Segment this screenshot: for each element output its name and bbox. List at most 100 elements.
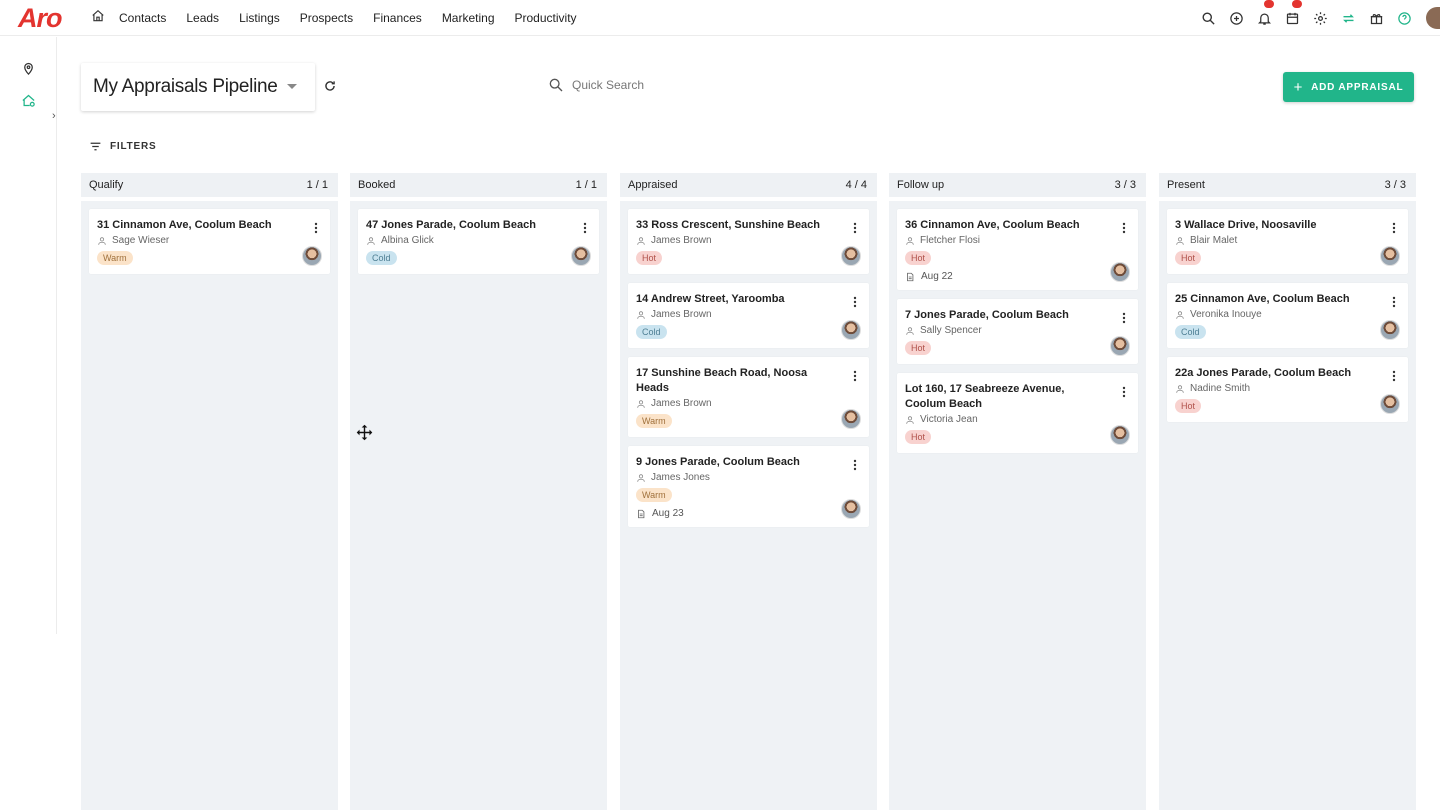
card-menu-icon[interactable] bbox=[1392, 370, 1396, 382]
card-menu-icon[interactable] bbox=[314, 222, 318, 234]
main-nav: Contacts Leads Listings Prospects Financ… bbox=[119, 0, 597, 36]
search-icon[interactable] bbox=[1194, 0, 1222, 36]
card-address: 17 Sunshine Beach Road, Noosa Heads bbox=[636, 367, 808, 394]
appraisal-card[interactable]: 3 Wallace Drive, Noosaville Blair Malet Ho… bbox=[1167, 209, 1408, 274]
dropdown-caret-icon bbox=[287, 84, 297, 89]
map-pin-icon[interactable] bbox=[21, 61, 36, 76]
temperature-tag: Warm bbox=[636, 414, 672, 428]
card-menu-icon[interactable] bbox=[1122, 312, 1126, 324]
card-menu-icon[interactable] bbox=[1392, 296, 1396, 308]
agent-avatar[interactable] bbox=[841, 246, 861, 266]
appraisal-card[interactable]: 7 Jones Parade, Coolum Beach Sally Spence… bbox=[897, 299, 1138, 364]
column-booked: Booked 1 / 1 47 Jones Parade, Coolum Beach… bbox=[350, 173, 607, 810]
appraisal-card[interactable]: 9 Jones Parade, Coolum Beach James Jones W… bbox=[628, 446, 869, 527]
appraisal-card[interactable]: Lot 160, 17 Seabreeze Avenue, Coolum Bea… bbox=[897, 373, 1138, 453]
person-icon bbox=[906, 416, 914, 424]
agent-avatar[interactable] bbox=[1380, 394, 1400, 414]
agent-avatar[interactable] bbox=[841, 499, 861, 519]
agent-avatar[interactable] bbox=[302, 246, 322, 266]
appraisal-card[interactable]: 14 Andrew Street, Yaroomba James Brown Col… bbox=[628, 283, 869, 348]
column-header: Follow up 3 / 3 bbox=[889, 173, 1146, 201]
home-check-icon[interactable] bbox=[21, 93, 36, 108]
card-address: 9 Jones Parade, Coolum Beach bbox=[636, 456, 800, 468]
contact-name: Blair Malet bbox=[1190, 235, 1238, 246]
filter-icon bbox=[90, 142, 101, 151]
nav-productivity[interactable]: Productivity bbox=[515, 11, 577, 25]
calendar-icon[interactable] bbox=[1278, 0, 1306, 36]
user-avatar[interactable] bbox=[1426, 7, 1440, 29]
nav-finances[interactable]: Finances bbox=[373, 11, 422, 25]
appraisal-card[interactable]: 47 Jones Parade, Coolum Beach Albina Glic… bbox=[358, 209, 599, 274]
card-address: 14 Andrew Street, Yaroomba bbox=[636, 293, 785, 305]
nav-marketing[interactable]: Marketing bbox=[442, 11, 495, 25]
add-circle-icon[interactable] bbox=[1222, 0, 1250, 36]
add-appraisal-button[interactable]: + ADD APPRAISAL bbox=[1283, 72, 1414, 102]
card-menu-icon[interactable] bbox=[1122, 222, 1126, 234]
card-contact: Nadine Smith bbox=[1175, 382, 1399, 396]
card-menu-icon[interactable] bbox=[853, 370, 857, 382]
temperature-tag: Hot bbox=[636, 251, 663, 265]
agent-avatar[interactable] bbox=[1110, 262, 1130, 282]
card-address: Lot 160, 17 Seabreeze Avenue, Coolum Bea… bbox=[905, 383, 1065, 410]
search-icon bbox=[549, 78, 563, 92]
help-icon[interactable] bbox=[1390, 0, 1418, 36]
appraisal-card[interactable]: 17 Sunshine Beach Road, Noosa Heads James… bbox=[628, 357, 869, 437]
agent-avatar[interactable] bbox=[571, 246, 591, 266]
bell-icon[interactable] bbox=[1250, 0, 1278, 36]
nav-contacts[interactable]: Contacts bbox=[119, 11, 166, 25]
gear-icon[interactable] bbox=[1306, 0, 1334, 36]
agent-avatar[interactable] bbox=[1380, 246, 1400, 266]
card-contact: James Brown bbox=[636, 397, 860, 411]
document-icon bbox=[907, 272, 914, 281]
card-contact: Albina Glick bbox=[366, 234, 590, 248]
column-body: 3 Wallace Drive, Noosaville Blair Malet Ho… bbox=[1159, 201, 1416, 422]
temperature-tag: Cold bbox=[366, 251, 397, 265]
filters-button[interactable]: FILTERS bbox=[89, 140, 157, 153]
contact-name: James Brown bbox=[651, 398, 712, 409]
temperature-tag: Warm bbox=[97, 251, 133, 265]
card-menu-icon[interactable] bbox=[853, 296, 857, 308]
column-appraised: Appraised 4 / 4 33 Ross Crescent, Sunshine… bbox=[620, 173, 877, 810]
appraisal-card[interactable]: 31 Cinnamon Ave, Coolum Beach Sage Wieser… bbox=[89, 209, 330, 274]
top-icons bbox=[1194, 0, 1440, 36]
agent-avatar[interactable] bbox=[841, 409, 861, 429]
appraisal-card[interactable]: 22a Jones Parade, Coolum Beach Nadine Smi… bbox=[1167, 357, 1408, 422]
sync-arrows-icon[interactable] bbox=[1334, 0, 1362, 36]
contact-name: Albina Glick bbox=[381, 235, 434, 246]
agent-avatar[interactable] bbox=[1110, 336, 1130, 356]
nav-listings[interactable]: Listings bbox=[239, 11, 280, 25]
appraisal-card[interactable]: 36 Cinnamon Ave, Coolum Beach Fletcher Fl… bbox=[897, 209, 1138, 290]
column-header: Booked 1 / 1 bbox=[350, 173, 607, 201]
person-icon bbox=[1176, 311, 1184, 319]
card-menu-icon[interactable] bbox=[1122, 386, 1126, 398]
nav-leads[interactable]: Leads bbox=[186, 11, 219, 25]
card-menu-icon[interactable] bbox=[583, 222, 587, 234]
gift-icon[interactable] bbox=[1362, 0, 1390, 36]
appraisal-card[interactable]: 25 Cinnamon Ave, Coolum Beach Veronika In… bbox=[1167, 283, 1408, 348]
nav-prospects[interactable]: Prospects bbox=[300, 11, 353, 25]
column-body: 36 Cinnamon Ave, Coolum Beach Fletcher Fl… bbox=[889, 201, 1146, 453]
agent-avatar[interactable] bbox=[1380, 320, 1400, 340]
refresh-icon[interactable] bbox=[323, 79, 337, 93]
add-appraisal-label: ADD APPRAISAL bbox=[1311, 81, 1404, 93]
person-icon bbox=[637, 237, 645, 245]
card-contact: Blair Malet bbox=[1175, 234, 1399, 248]
card-address: 31 Cinnamon Ave, Coolum Beach bbox=[97, 219, 272, 231]
appraisal-card[interactable]: 33 Ross Crescent, Sunshine Beach James Br… bbox=[628, 209, 869, 274]
card-contact: Veronika Inouye bbox=[1175, 308, 1399, 322]
filters-label: FILTERS bbox=[110, 141, 157, 152]
column-count: 3 / 3 bbox=[1384, 179, 1406, 191]
card-address: 25 Cinnamon Ave, Coolum Beach bbox=[1175, 293, 1350, 305]
card-menu-icon[interactable] bbox=[1392, 222, 1396, 234]
search-input[interactable] bbox=[572, 78, 772, 92]
person-icon bbox=[637, 474, 645, 482]
pipeline-selector[interactable]: My Appraisals Pipeline bbox=[81, 63, 315, 111]
home-icon[interactable] bbox=[91, 9, 105, 23]
card-menu-icon[interactable] bbox=[853, 459, 857, 471]
app-logo[interactable]: Aro bbox=[18, 3, 62, 34]
column-title: Follow up bbox=[897, 179, 945, 191]
agent-avatar[interactable] bbox=[1110, 425, 1130, 445]
contact-name: Sally Spencer bbox=[920, 325, 982, 336]
agent-avatar[interactable] bbox=[841, 320, 861, 340]
card-menu-icon[interactable] bbox=[853, 222, 857, 234]
